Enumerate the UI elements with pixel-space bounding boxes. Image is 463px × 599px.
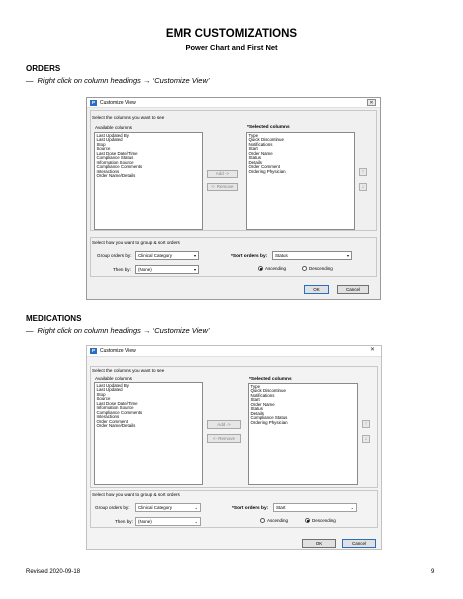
group-by-label: Group orders by:: [97, 253, 132, 258]
remove-button[interactable]: <- Remove: [207, 434, 241, 443]
then-by-select[interactable]: (None) ▾: [135, 265, 199, 274]
available-columns-list[interactable]: Last Updated By Last Updated Stop Source…: [94, 132, 203, 230]
arrow-up-icon[interactable]: ↑: [359, 168, 367, 176]
descending-label: Descending: [312, 518, 336, 523]
group-sort-label: Select how you want to group & sort orde…: [92, 492, 180, 497]
group-by-select[interactable]: Clinical Category ⌄: [135, 503, 201, 512]
list-item[interactable]: Order Name/Details: [97, 424, 201, 429]
instruction-dash: —: [26, 326, 34, 335]
sort-by-select[interactable]: Start ⌄: [273, 503, 357, 512]
sort-by-label: *Sort orders by:: [231, 254, 268, 259]
ascending-label: Ascending: [265, 266, 287, 271]
descending-label: Descending: [309, 266, 333, 271]
arrow-up-icon[interactable]: ↑: [362, 420, 370, 428]
document-subtitle: Power Chart and First Net: [185, 43, 278, 52]
group-by-select[interactable]: Clinical Category ▾: [135, 251, 199, 260]
selected-columns-label: *Selected columns: [247, 125, 290, 130]
cancel-button[interactable]: Cancel: [337, 285, 369, 294]
medications-instruction: — Right click on column headings → ‘Custo…: [26, 326, 210, 335]
dialog-title: Customize View: [100, 348, 136, 354]
ok-button[interactable]: OK: [302, 539, 336, 548]
sort-by-value: Status: [275, 253, 288, 258]
selected-columns-list[interactable]: Type Quick Discontinue Notifications Sta…: [246, 132, 355, 230]
selected-columns-label: *Selected columns: [249, 377, 292, 382]
then-by-label: Then by:: [113, 267, 131, 272]
medications-heading: MEDICATIONS: [26, 314, 82, 323]
available-columns-label: Available columns: [95, 376, 132, 381]
add-button[interactable]: Add ->: [207, 420, 241, 429]
ascending-radio[interactable]: Ascending: [258, 266, 286, 271]
chevron-down-icon: ⌄: [350, 505, 354, 510]
orders-heading: ORDERS: [26, 64, 61, 73]
medications-customize-view-dialog: P Customize View ✕ Select the columns yo…: [86, 345, 382, 550]
orders-instruction: — Right click on column headings → ‘Custo…: [26, 76, 210, 85]
app-icon: P: [90, 348, 97, 354]
list-item[interactable]: Ordering Physician: [249, 169, 353, 175]
instruction-dash: —: [26, 76, 34, 85]
ascending-radio[interactable]: Ascending: [260, 518, 288, 523]
instruction-text: Right click on column headings → ‘Custom…: [37, 326, 210, 335]
group-by-value: Clinical Category: [138, 253, 173, 258]
chevron-down-icon: ▾: [193, 253, 196, 258]
select-columns-label: Select the columns you want to see: [92, 368, 165, 373]
descending-radio[interactable]: Descending: [302, 266, 333, 271]
page-number: 9: [431, 569, 435, 575]
then-by-label: Then by:: [115, 519, 133, 524]
radio-selected-icon: [305, 518, 310, 523]
radio-selected-icon: [258, 266, 263, 271]
dialog-title: Customize View: [100, 100, 136, 106]
group-by-label: Group orders by:: [95, 505, 130, 510]
list-item[interactable]: Order Name/Details: [97, 174, 201, 179]
arrow-down-icon[interactable]: ↓: [362, 435, 370, 443]
selected-columns-list[interactable]: Type Quick Discontinue Notifications Sta…: [248, 383, 358, 485]
app-icon: P: [90, 100, 97, 106]
footer-revised: Revised 2020-09-18: [26, 569, 81, 575]
chevron-down-icon: ▾: [193, 267, 196, 272]
close-icon[interactable]: ✕: [367, 99, 376, 106]
ok-button[interactable]: OK: [304, 285, 329, 294]
available-columns-list[interactable]: Last Updated By Last Updated Stop Source…: [94, 382, 203, 485]
ascending-label: Ascending: [267, 518, 289, 523]
select-columns-label: Select the columns you want to see: [92, 115, 165, 120]
sort-by-value: Start: [276, 505, 286, 510]
group-by-value: Clinical Category: [138, 505, 173, 510]
arrow-down-icon[interactable]: ↓: [359, 183, 367, 191]
document-title: EMR CUSTOMIZATIONS: [165, 28, 298, 40]
dialog-titlebar: P Customize View ✕: [87, 98, 380, 108]
sort-by-label: *Sort orders by:: [232, 506, 269, 511]
chevron-down-icon: ⌄: [194, 505, 198, 510]
cancel-button[interactable]: Cancel: [342, 539, 376, 548]
radio-empty-icon: [302, 266, 307, 271]
orders-customize-view-dialog: P Customize View ✕ Select the columns yo…: [86, 97, 381, 300]
descending-radio[interactable]: Descending: [305, 518, 336, 523]
available-columns-label: Available columns: [95, 125, 132, 130]
dialog-titlebar: P Customize View ✕: [87, 346, 381, 357]
instruction-text: Right click on column headings → ‘Custom…: [37, 76, 210, 85]
list-item[interactable]: Ordering Physician: [251, 420, 356, 426]
sort-by-select[interactable]: Status ▾: [272, 251, 352, 260]
add-button[interactable]: Add ->: [207, 170, 238, 178]
radio-empty-icon: [260, 518, 265, 523]
chevron-down-icon: ▾: [346, 253, 349, 258]
then-by-value: (None): [138, 519, 152, 524]
remove-button[interactable]: <- Remove: [207, 183, 238, 191]
chevron-down-icon: ⌄: [194, 519, 198, 524]
then-by-value: (None): [138, 267, 152, 272]
close-icon[interactable]: ✕: [368, 347, 377, 354]
then-by-select[interactable]: (None) ⌄: [135, 517, 201, 526]
group-sort-label: Select how you want to group & sort orde…: [92, 240, 180, 245]
